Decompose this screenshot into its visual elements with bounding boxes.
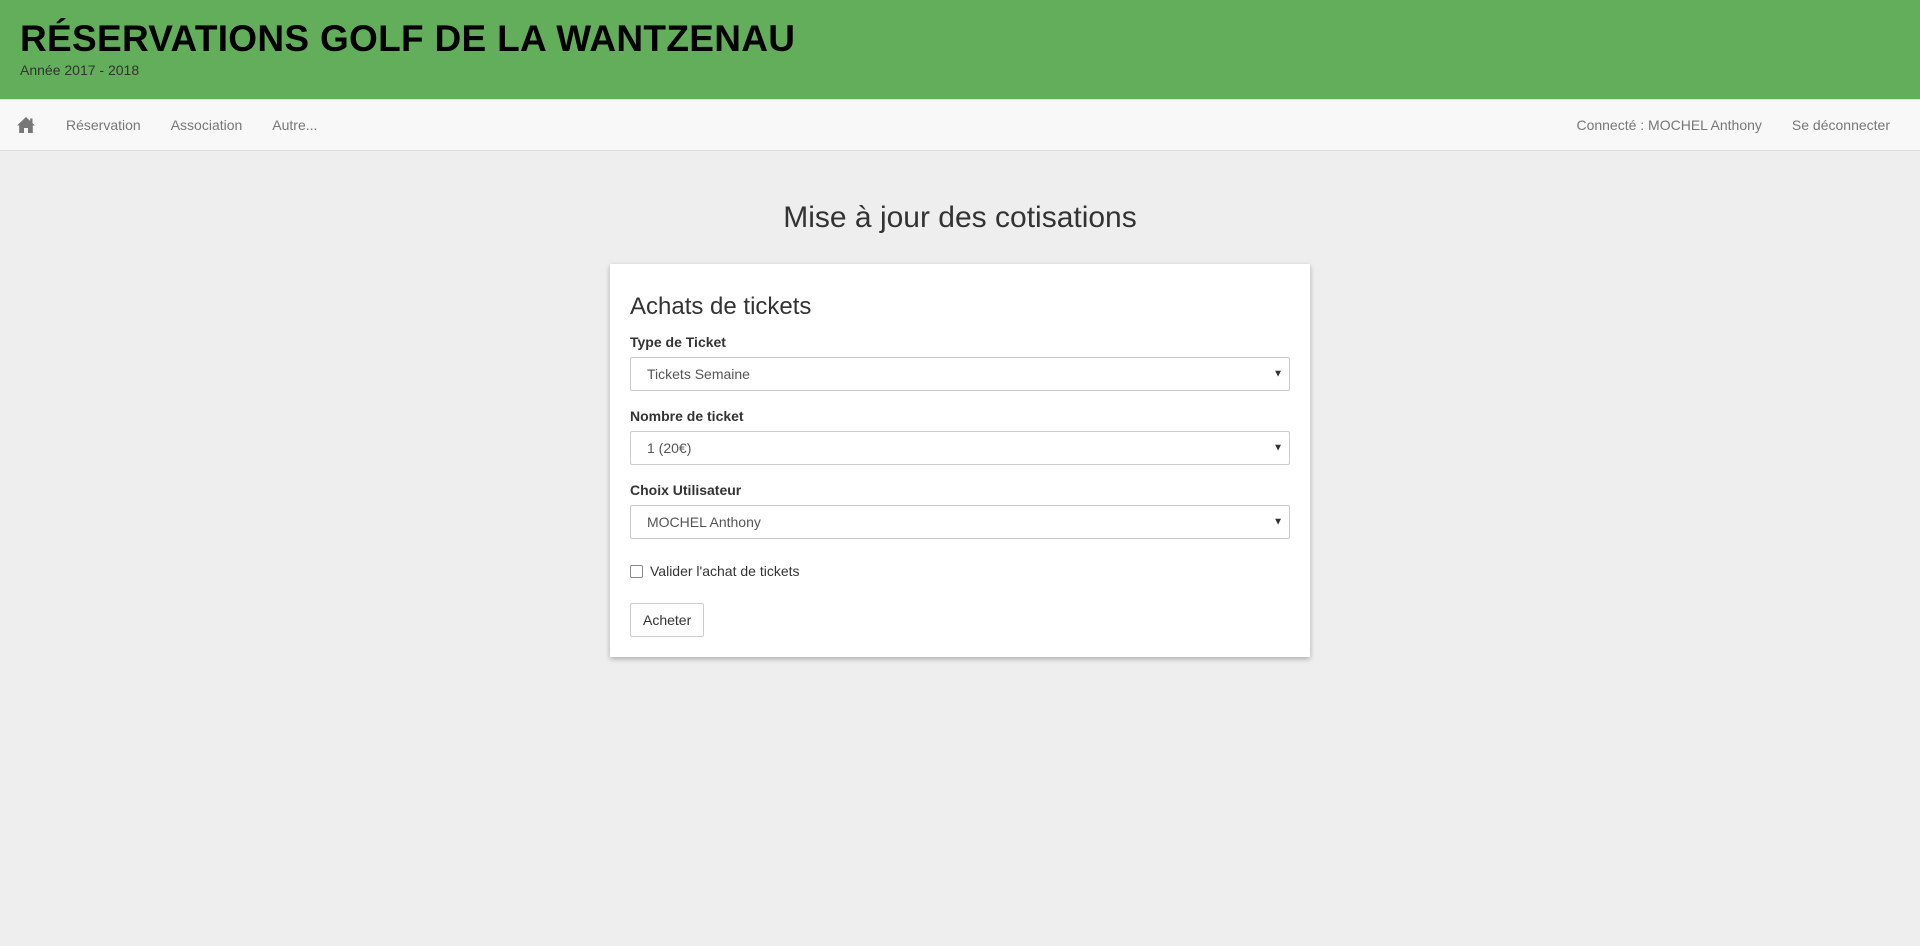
chevron-down-icon: ▼	[1273, 368, 1283, 380]
navbar-left: Réservation Association Autre...	[0, 100, 332, 150]
user-choice-select[interactable]: MOCHEL Anthony ▼	[630, 505, 1290, 539]
ticket-type-select[interactable]: Tickets Semaine ▼	[630, 357, 1290, 391]
site-title: RÉSERVATIONS GOLF DE LA WANTZENAU	[20, 18, 796, 59]
nav-autre[interactable]: Autre...	[257, 100, 332, 150]
chevron-down-icon: ▼	[1273, 516, 1283, 528]
nav-reservation[interactable]: Réservation	[51, 100, 156, 150]
user-choice-label: Choix Utilisateur	[630, 482, 742, 498]
validate-purchase-checkbox[interactable]	[630, 564, 643, 578]
season-subtitle: Année 2017 - 2018	[20, 62, 140, 78]
user-choice-group: Choix Utilisateur MOCHEL Anthony ▼	[630, 480, 1290, 539]
nav-association[interactable]: Association	[156, 100, 258, 150]
ticket-count-group: Nombre de ticket 1 (20€) ▼	[630, 406, 1290, 465]
logout-link[interactable]: Se déconnecter	[1777, 100, 1920, 150]
home-button[interactable]	[1, 100, 51, 150]
ticket-count-label: Nombre de ticket	[630, 408, 744, 424]
chevron-down-icon: ▼	[1273, 442, 1283, 454]
ticket-type-group: Type de Ticket Tickets Semaine ▼	[630, 332, 1290, 391]
validate-purchase-label[interactable]: Valider l'achat de tickets	[650, 563, 800, 579]
ticket-purchase-card: Achats de tickets Type de Ticket Tickets…	[610, 264, 1310, 657]
ticket-type-value: Tickets Semaine	[647, 366, 750, 382]
validate-purchase-row: Valider l'achat de tickets	[630, 563, 1290, 579]
ticket-type-label: Type de Ticket	[630, 334, 726, 350]
page-title: Mise à jour des cotisations	[783, 201, 1137, 234]
ticket-count-value: 1 (20€)	[647, 440, 692, 456]
user-status[interactable]: Connecté : MOCHEL Anthony	[1561, 100, 1776, 150]
ticket-count-select[interactable]: 1 (20€) ▼	[630, 431, 1290, 465]
navbar-right: Connecté : MOCHEL Anthony Se déconnecter	[1561, 100, 1920, 150]
main-navbar: Réservation Association Autre... Connect…	[0, 99, 1920, 151]
user-choice-value: MOCHEL Anthony	[647, 514, 761, 530]
home-icon	[17, 117, 35, 133]
site-header: RÉSERVATIONS GOLF DE LA WANTZENAU Année …	[0, 0, 1920, 99]
card-title: Achats de tickets	[630, 293, 812, 320]
buy-button[interactable]: Acheter	[630, 603, 705, 637]
